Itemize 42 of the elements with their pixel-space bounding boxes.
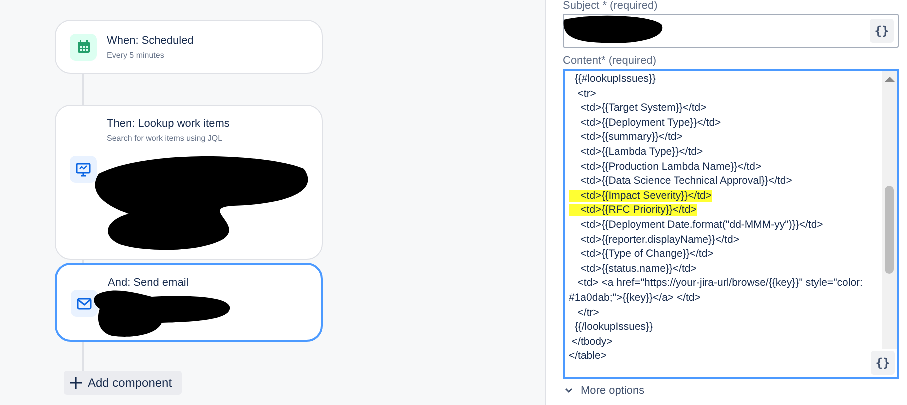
field-label: Subject *	[563, 0, 608, 12]
code-line: <td>{{Deployment Type}}</td>	[580, 116, 722, 129]
code-line: <td>{{Target System}}</td>	[580, 102, 707, 114]
chevron-icon	[565, 388, 573, 394]
step-subtitle: Search for work items using JQL	[107, 134, 224, 143]
plus-icon	[70, 377, 82, 389]
content-editor[interactable]	[563, 69, 899, 379]
smart-value-button[interactable]: {}	[871, 351, 895, 375]
step-card[interactable]: Then: Lookup work items Search for work items using JQL	[55, 105, 323, 260]
code-line: <td>{{Type of Change}}</td>	[580, 248, 714, 260]
step-title: And: Send email	[108, 277, 189, 289]
code-line: <td>{{summary}}</td>	[580, 131, 683, 144]
code-line: #1a0dab;">{{key}}</a> </td>	[569, 292, 701, 304]
code-line: <td>{{reporter.displayName}}</td>	[580, 234, 740, 246]
monitor-icon	[70, 156, 97, 183]
field-label: Content*	[563, 55, 606, 67]
step-title: Then: Lookup work items	[107, 118, 230, 130]
add-component-button[interactable]: Add component	[64, 371, 182, 395]
calendar-icon	[70, 34, 97, 60]
code-line: {{/lookupIssues}}	[574, 321, 654, 334]
code-line: <tr>	[576, 88, 596, 100]
code-line: <td>{{Data Science Technical Approval}}</td>	[580, 175, 792, 188]
step-card[interactable]: And: Send email	[55, 263, 323, 342]
scrollbar[interactable]	[882, 71, 897, 349]
code-line: <td>{{Deployment Date.format("dd-MMM-yy")}}</td>	[580, 218, 824, 231]
code-line: <td>{{Lambda Type}}</td>	[580, 146, 704, 158]
required-hint: (required)	[608, 55, 656, 67]
step-subtitle: Every 5 minutes	[107, 50, 166, 60]
more-options-toggle[interactable]: More options	[563, 385, 899, 397]
subject-field[interactable]: {}	[563, 14, 899, 48]
required-hint: (required)	[610, 0, 658, 12]
code-line: <td>{{Production Lambda Name}}</td>	[580, 160, 762, 173]
step-title: When: Scheduled	[107, 34, 194, 46]
smart-value-button[interactable]: {}	[870, 19, 894, 43]
mail-icon	[71, 290, 98, 317]
code-line: </table>	[569, 350, 607, 362]
step-card[interactable]: When: Scheduled Every 5 minutes	[55, 20, 323, 74]
code-line: <td>{{status.name}}</td>	[580, 262, 697, 275]
code-line: {{#lookupIssues}}	[574, 73, 656, 85]
code-line: </tbody>	[570, 336, 613, 348]
code-line: <td> <a href="https://your-jira-url/browse/{{key}}" style="color:	[576, 277, 863, 290]
code-line: </tr>	[576, 306, 600, 318]
